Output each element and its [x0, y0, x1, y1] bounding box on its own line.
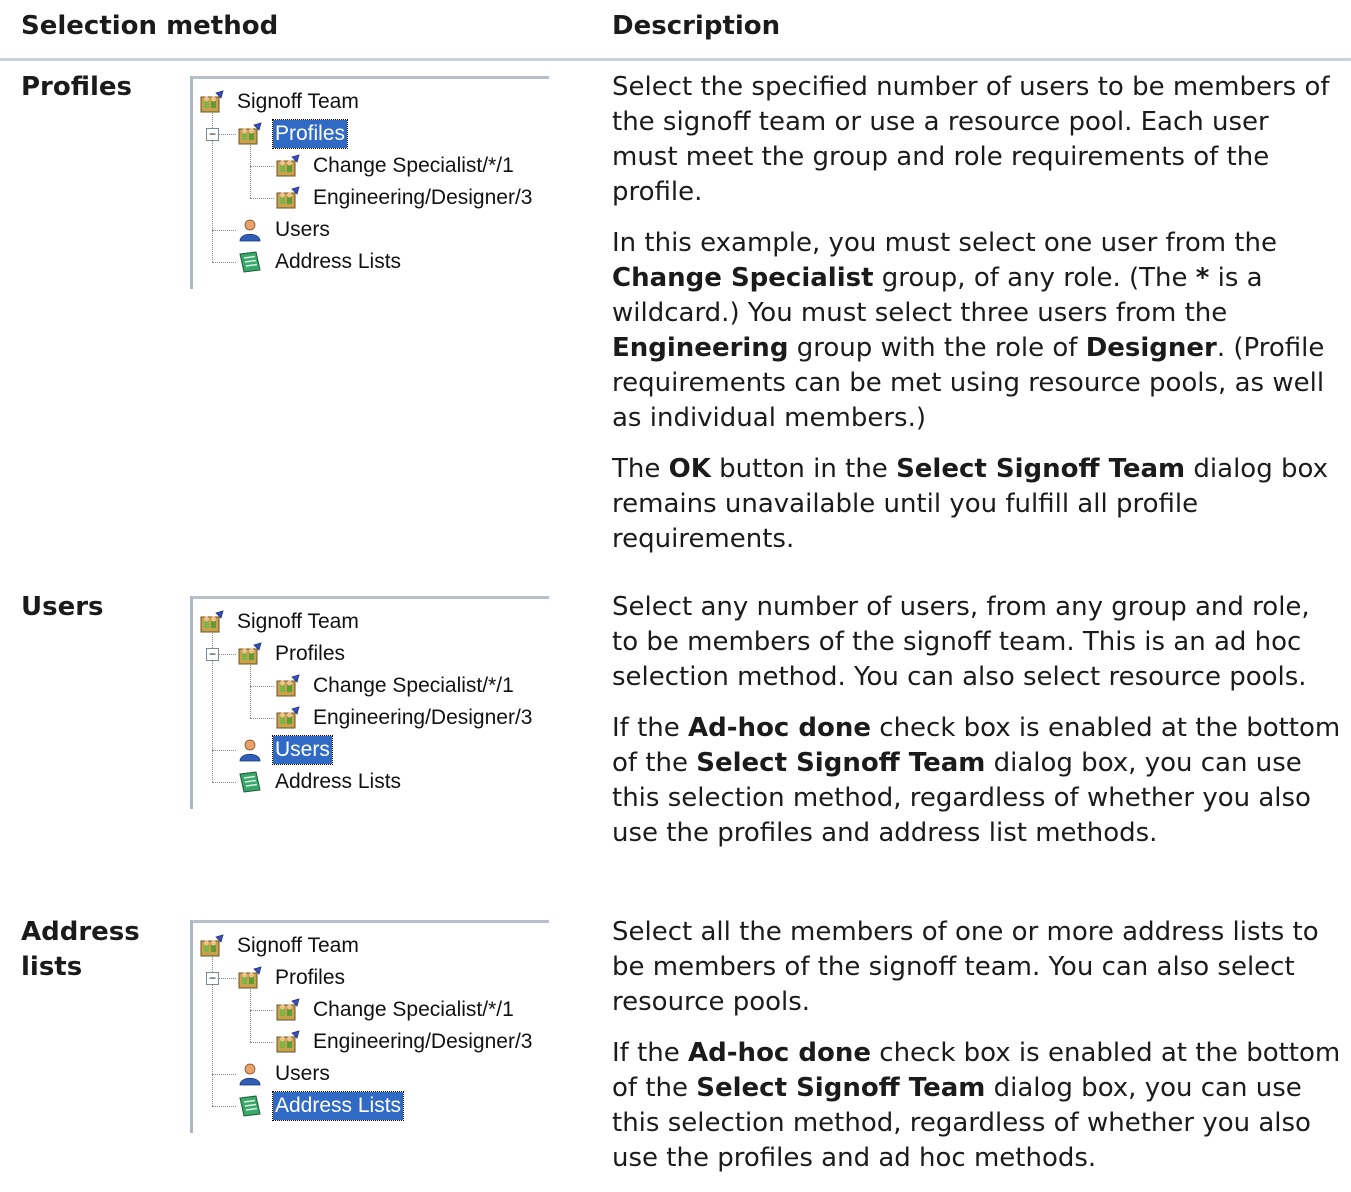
- tree-node-label: Signoff Team: [237, 610, 359, 633]
- user-icon: [237, 738, 263, 762]
- tree-connector: [250, 145, 251, 198]
- team-icon: [199, 90, 225, 114]
- tree-connector: [250, 665, 251, 718]
- tree-node-label: Change Specialist/*/1: [313, 674, 514, 697]
- team-icon: [237, 642, 263, 666]
- text-run: group with the role of: [788, 333, 1086, 363]
- tree-node-label: Signoff Team: [237, 934, 359, 957]
- tree-connector: [250, 989, 251, 1042]
- tree-node-label: Engineering/Designer/3: [313, 186, 533, 209]
- address-list-icon: [237, 1094, 263, 1118]
- description-paragraph: The OK button in the Select Signoff Team…: [612, 452, 1342, 557]
- tree-node-label: Address Lists: [275, 250, 402, 273]
- tree-connector: [250, 686, 274, 687]
- tree-connector: [212, 230, 236, 231]
- description-paragraph: If the Ad-hoc done check box is enabled …: [612, 1036, 1342, 1176]
- team-icon: [275, 154, 301, 178]
- ui-term: Ad-hoc done: [688, 1038, 872, 1068]
- team-icon: [237, 122, 263, 146]
- address-list-icon: [237, 770, 263, 794]
- tree-view-profiles[interactable]: Signoff Team Profiles − Change Specialist/*…: [190, 76, 549, 289]
- team-icon: [199, 610, 225, 634]
- user-icon: [237, 218, 263, 242]
- tree-connector: [250, 1042, 274, 1043]
- method-label-address-lists: Address lists: [21, 917, 140, 982]
- ui-term: Ad-hoc done: [688, 713, 872, 743]
- description-paragraph: If the Ad-hoc done check box is enabled …: [612, 711, 1342, 851]
- text-run: If the: [612, 713, 689, 743]
- team-icon: [199, 934, 225, 958]
- description-profiles: Select the specified number of users to …: [612, 70, 1342, 573]
- tree-view-address-lists[interactable]: Signoff Team Profiles − Change Specialist/*…: [190, 920, 549, 1133]
- tree-connector: [212, 262, 236, 263]
- team-icon: [275, 186, 301, 210]
- team-icon: [275, 674, 301, 698]
- tree-node-label: Engineering/Designer/3: [313, 1030, 533, 1053]
- ui-term: Select Signoff Team: [696, 748, 986, 778]
- tree-node-label: Profiles: [275, 642, 346, 665]
- description-paragraph: Select all the members of one or more ad…: [612, 915, 1342, 1020]
- description-address-lists: Select all the members of one or more ad…: [612, 915, 1342, 1192]
- tree-node-label: Users: [275, 218, 330, 241]
- tree-node-label: Profiles: [271, 119, 349, 149]
- tree-node-label: Address Lists: [271, 1091, 405, 1121]
- method-label-users: Users: [21, 592, 104, 622]
- text-run: Select the specified number of users to …: [612, 72, 1330, 207]
- tree-view-users[interactable]: Signoff Team Profiles − Change Specialist/*…: [190, 596, 549, 809]
- description-users: Select any number of users, from any gro…: [612, 590, 1342, 867]
- tree-connector: [250, 166, 274, 167]
- description-paragraph: In this example, you must select one use…: [612, 226, 1342, 436]
- address-list-icon: [237, 250, 263, 274]
- tree-node-label: Users: [272, 735, 333, 765]
- tree-connector: [212, 1074, 236, 1075]
- header-divider: [0, 58, 1351, 61]
- tree-node-label: Signoff Team: [237, 90, 359, 113]
- description-paragraph: Select the specified number of users to …: [612, 70, 1342, 210]
- tree-connector: [212, 1106, 236, 1107]
- tree-connector: [250, 198, 274, 199]
- collapse-toggle[interactable]: −: [206, 972, 219, 985]
- column-header-selection-method: Selection method: [21, 11, 279, 41]
- tree-node-label: Address Lists: [275, 770, 402, 793]
- team-icon: [275, 998, 301, 1022]
- collapse-toggle[interactable]: −: [206, 128, 219, 141]
- ui-term: Select Signoff Team: [696, 1073, 986, 1103]
- text-run: In this example, you must select one use…: [612, 228, 1277, 258]
- ui-term: Change Specialist: [612, 263, 874, 293]
- user-icon: [237, 1062, 263, 1086]
- tree-connector: [250, 1010, 274, 1011]
- tree-node-label: Users: [275, 1062, 330, 1085]
- ui-term: OK: [668, 454, 711, 484]
- text-run: If the: [612, 1038, 689, 1068]
- description-paragraph: Select any number of users, from any gro…: [612, 590, 1342, 695]
- ui-term: Select Signoff Team: [896, 454, 1186, 484]
- ui-term: *: [1195, 263, 1210, 293]
- team-icon: [237, 966, 263, 990]
- tree-node-label: Profiles: [275, 966, 346, 989]
- text-run: group, of any role. (The: [873, 263, 1196, 293]
- tree-node-label: Engineering/Designer/3: [313, 706, 533, 729]
- collapse-toggle[interactable]: −: [206, 648, 219, 661]
- text-run: The: [612, 454, 669, 484]
- text-run: Select all the members of one or more ad…: [612, 917, 1319, 1017]
- column-header-description: Description: [612, 11, 781, 41]
- ui-term: Designer: [1085, 333, 1217, 363]
- method-label-profiles: Profiles: [21, 72, 133, 102]
- team-icon: [275, 1030, 301, 1054]
- text-run: button in the: [710, 454, 897, 484]
- tree-node-label: Change Specialist/*/1: [313, 154, 514, 177]
- team-icon: [275, 706, 301, 730]
- tree-connector: [250, 718, 274, 719]
- text-run: Select any number of users, from any gro…: [612, 592, 1310, 692]
- tree-connector: [212, 750, 236, 751]
- tree-node-label: Change Specialist/*/1: [313, 998, 514, 1021]
- ui-term: Engineering: [612, 333, 789, 363]
- tree-connector: [212, 782, 236, 783]
